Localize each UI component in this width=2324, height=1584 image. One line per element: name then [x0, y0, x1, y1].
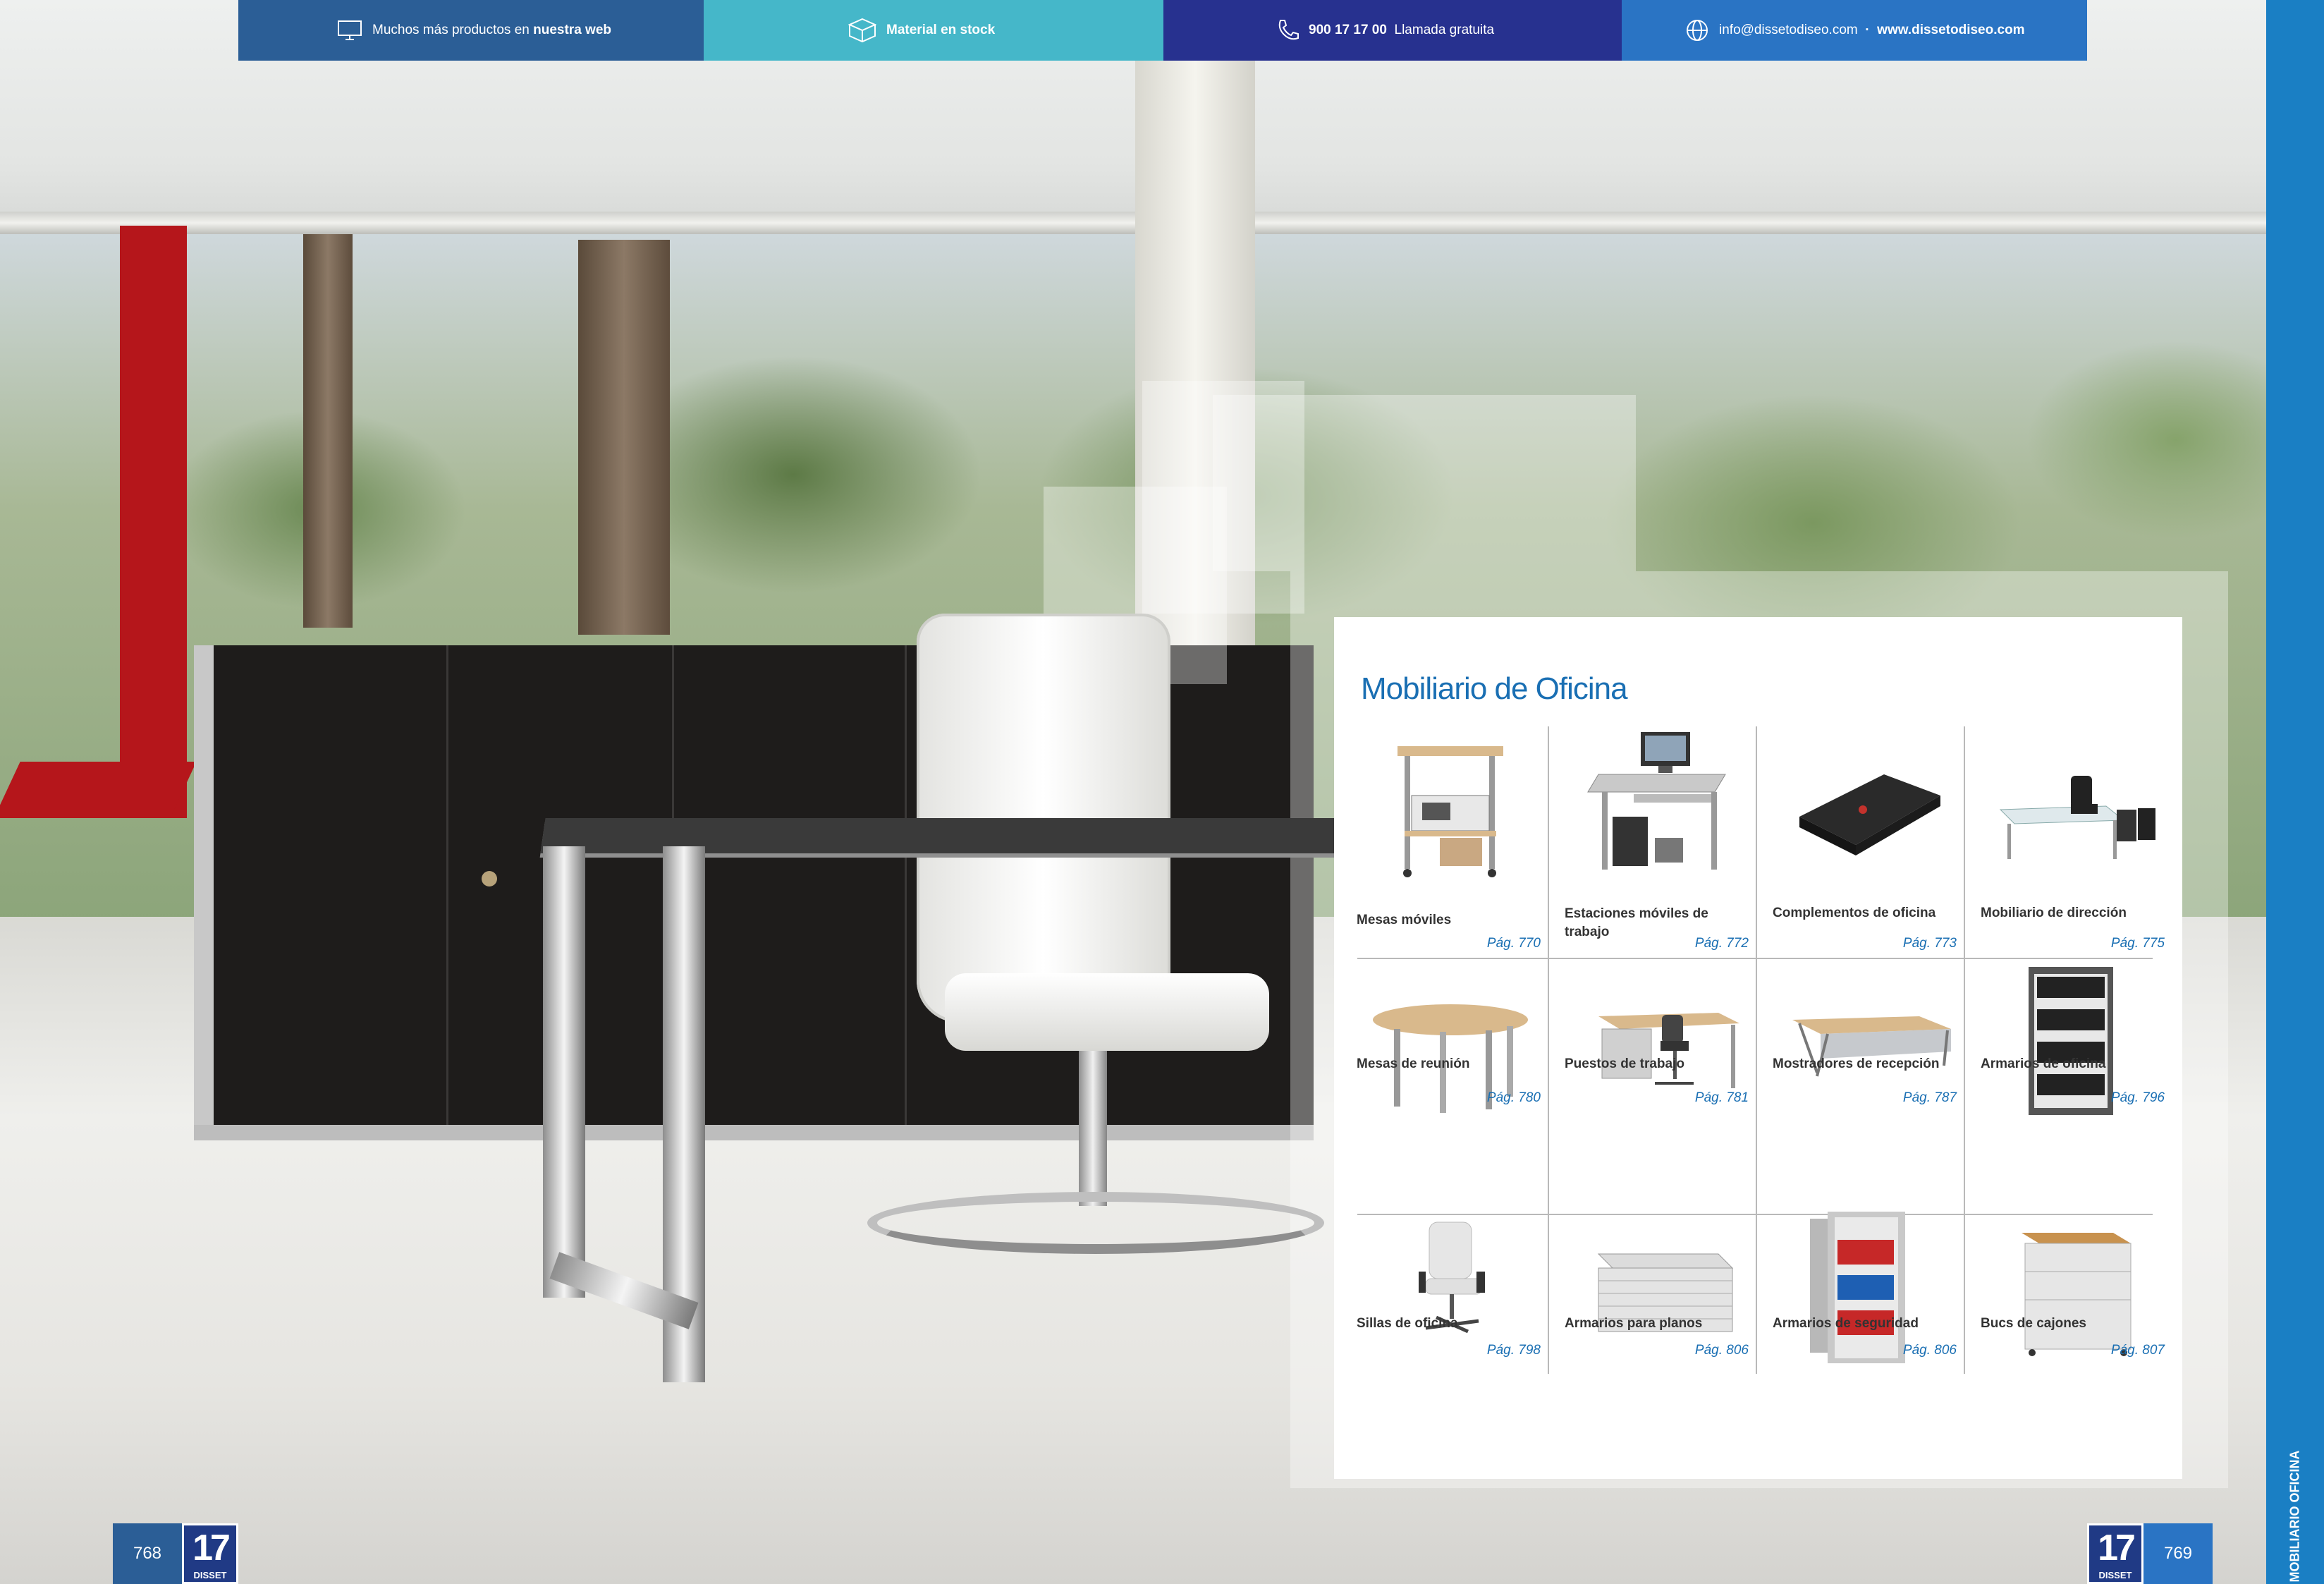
product-name: Armarios de seguridad [1773, 1316, 1919, 1331]
side-tab-label: MOBILIARIO OFICINA [2287, 1450, 2302, 1583]
chair-post [1079, 1051, 1107, 1206]
red-banner-base [0, 762, 197, 818]
product-name: Armarios para planos [1565, 1316, 1703, 1331]
page-number-right: 769 [2143, 1523, 2213, 1584]
page-number-left: 768 [113, 1523, 182, 1584]
logo-number: 17 [2098, 1528, 2136, 1568]
product-armarios-seguridad[interactable]: Armarios de seguridad Pág. 806 [1764, 1212, 1972, 1376]
logo-brand: DISSET [193, 1570, 227, 1580]
product-page[interactable]: Pág. 787 [1903, 1090, 1957, 1106]
palm-trunk [303, 233, 353, 628]
product-puestos-trabajo[interactable]: Puestos de trabajo Pág. 781 [1556, 961, 1764, 1212]
footer-phone-segment[interactable]: 900 17 17 00 Llamada gratuita [1163, 0, 1622, 61]
product-complementos[interactable]: Complementos de oficina Pág. 773 [1764, 726, 1972, 958]
product-armarios-planos[interactable]: Armarios para planos Pág. 806 [1556, 1217, 1764, 1376]
product-page[interactable]: Pág. 770 [1487, 936, 1541, 951]
email-link[interactable]: info@dissetodiseo.com [1719, 23, 1858, 38]
monitor-icon [338, 20, 362, 40]
logo-number: 17 [192, 1528, 231, 1568]
web-link[interactable]: nuestra web [533, 23, 611, 38]
product-page[interactable]: Pág. 772 [1695, 936, 1749, 951]
mobile-table-icon [1398, 746, 1503, 877]
product-name: Mobiliario de dirección [1981, 906, 2127, 920]
catalog-panel: Mobiliario de Oficina Mesas móviles Pág.… [1334, 617, 2182, 1479]
product-page[interactable]: Pág. 775 [2111, 936, 2165, 951]
footer-web-segment[interactable]: Muchos más productos en nuestra web [238, 0, 704, 61]
box-icon [848, 18, 876, 43]
product-mobiliario-direccion[interactable]: Mobiliario de dirección Pág. 775 [1972, 726, 2180, 958]
product-page[interactable]: Pág. 796 [2111, 1090, 2165, 1106]
desk-leg [543, 846, 585, 1298]
glass-overlay [1213, 395, 1636, 571]
executive-desk-icon [1999, 776, 2155, 859]
footer-stock-segment[interactable]: Material en stock [704, 0, 1163, 61]
disset-logo: 17 DISSET [182, 1523, 238, 1584]
footrest-icon [1799, 774, 1940, 855]
product-name: Mostradores de recepción [1773, 1056, 1940, 1071]
product-name: Complementos de oficina [1773, 906, 1936, 920]
product-page[interactable]: Pág. 773 [1903, 936, 1957, 951]
product-page[interactable]: Pág. 807 [2111, 1343, 2165, 1358]
product-page[interactable]: Pág. 781 [1695, 1090, 1749, 1106]
product-name: Mesas de reunión [1357, 1056, 1470, 1071]
product-name: Sillas de oficina [1357, 1316, 1458, 1331]
globe-icon [1687, 20, 1708, 41]
product-bucs-cajones[interactable]: Bucs de cajones Pág. 807 [1972, 1217, 2180, 1376]
grid-divider [1357, 958, 2153, 959]
white-chair-seat [945, 973, 1269, 1051]
phone-note: Llamada gratuita [1394, 23, 1495, 37]
product-estaciones-moviles[interactable]: Estaciones móviles de trabajo Pág. 772 [1556, 726, 1764, 958]
stock-label: Material en stock [886, 23, 996, 37]
product-name: Puestos de trabajo [1565, 1056, 1684, 1071]
product-armarios-oficina[interactable]: Armarios de oficina Pág. 796 [1972, 961, 2180, 1212]
phone-icon [1278, 20, 1299, 40]
product-sillas[interactable]: Sillas de oficina Pág. 798 [1348, 1217, 1556, 1376]
disset-logo: 17 DISSET [2087, 1523, 2143, 1584]
panel-title: Mobiliario de Oficina [1361, 671, 1628, 706]
product-mesas-reunion[interactable]: Mesas de reunión Pág. 780 [1348, 961, 1556, 1212]
phone-number[interactable]: 900 17 17 00 [1309, 23, 1387, 38]
chair-base [867, 1192, 1324, 1254]
blind-rail [0, 212, 2266, 234]
contact-separator: · [1865, 23, 1870, 37]
palm-trunk [578, 240, 670, 635]
section-side-tab: MOBILIARIO OFICINA [2266, 0, 2324, 1584]
logo-brand: DISSET [2098, 1570, 2132, 1580]
product-page[interactable]: Pág. 806 [1903, 1343, 1957, 1358]
website-link[interactable]: www.dissetodiseo.com [1877, 23, 2024, 38]
web-prefix: Muchos más productos en [372, 23, 530, 37]
product-page[interactable]: Pág. 798 [1487, 1343, 1541, 1358]
workstation-icon [1587, 732, 1726, 870]
product-mostradores[interactable]: Mostradores de recepción Pág. 787 [1764, 961, 1972, 1212]
red-banner [120, 226, 187, 818]
product-name: Mesas móviles [1357, 913, 1452, 927]
product-name: Armarios de oficina [1981, 1056, 2106, 1071]
product-name: Bucs de cajones [1981, 1316, 2086, 1331]
product-mesas-moviles[interactable]: Mesas móviles Pág. 770 [1348, 726, 1556, 958]
product-page[interactable]: Pág. 806 [1695, 1343, 1749, 1358]
footer-contact-segment[interactable]: info@dissetodiseo.com · www.dissetodiseo… [1622, 0, 2087, 61]
product-page[interactable]: Pág. 780 [1487, 1090, 1541, 1106]
